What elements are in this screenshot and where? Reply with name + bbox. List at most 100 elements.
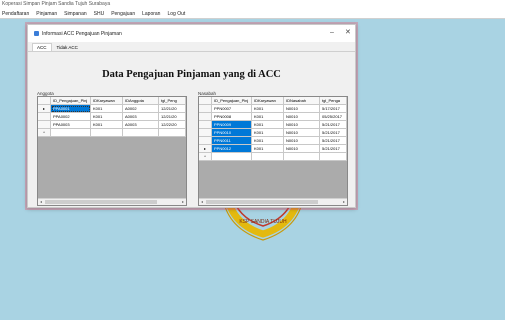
table-cell[interactable]: 5/21/2017 <box>320 137 347 145</box>
table-cell[interactable]: PPN0009 <box>212 121 252 129</box>
table-cell[interactable] <box>51 129 91 137</box>
new-row-marker: * <box>38 129 51 137</box>
new-row-marker: * <box>199 153 212 161</box>
table-cell[interactable] <box>91 129 123 137</box>
row-header <box>199 113 212 121</box>
tab-acc[interactable]: ACC <box>32 43 52 51</box>
column-header[interactable]: IDKaryawan <box>91 97 123 105</box>
table-cell[interactable]: A0003 <box>123 121 159 129</box>
column-header[interactable]: tgl_Peng <box>159 97 186 105</box>
menu-logout[interactable]: Log Out <box>167 11 185 17</box>
row-header <box>199 137 212 145</box>
menu-laporan[interactable]: Laporan <box>142 11 160 17</box>
table-cell[interactable]: K001 <box>252 129 284 137</box>
current-row-marker: ▸ <box>199 145 212 153</box>
table-cell[interactable]: N0010 <box>284 121 320 129</box>
table-cell[interactable]: 5/17/2017 <box>320 105 347 113</box>
table-row[interactable]: PPN0009 K001 N0010 5/21/2017 <box>199 121 347 129</box>
anggota-group: Anggota ID_Pengajuan_Pinj IDKaryawan IDA… <box>37 91 187 206</box>
table-cell[interactable]: K001 <box>252 145 284 153</box>
column-header[interactable]: ID_Pengajuan_Pinj <box>51 97 91 105</box>
table-row[interactable]: ▸ PPN0012 K001 N0010 5/21/2017 <box>199 145 347 153</box>
scroll-left-icon[interactable]: ◂ <box>38 199 44 205</box>
table-cell[interactable]: 5/21/2017 <box>320 121 347 129</box>
table-cell[interactable]: K001 <box>252 121 284 129</box>
table-cell[interactable]: PPA0002 <box>51 113 91 121</box>
table-row[interactable]: PPN0007 K001 N0010 5/17/2017 <box>199 105 347 113</box>
column-header[interactable]: IDAnggota <box>123 97 159 105</box>
table-cell[interactable]: K001 <box>91 121 123 129</box>
minimize-button[interactable]: – <box>330 29 334 36</box>
table-cell[interactable] <box>284 153 320 161</box>
column-header[interactable]: tgl_Penga <box>320 97 347 105</box>
anggota-grid[interactable]: ID_Pengajuan_Pinj IDKaryawan IDAnggota t… <box>37 96 187 206</box>
scroll-right-icon[interactable]: ▸ <box>341 199 347 205</box>
table-cell[interactable]: K001 <box>91 105 123 113</box>
new-row[interactable]: * <box>38 129 186 137</box>
table-row[interactable]: PPN0010 K001 N0010 5/21/2017 <box>199 129 347 137</box>
table-cell[interactable]: N0010 <box>284 129 320 137</box>
table-row[interactable]: PPN0008 K001 N0010 05/25/2017 <box>199 113 347 121</box>
window-app-icon <box>34 31 39 36</box>
row-header-corner <box>38 97 51 105</box>
table-cell[interactable] <box>320 153 347 161</box>
menu-pendaftaran[interactable]: Pendaftaran <box>2 11 29 17</box>
close-button[interactable]: ✕ <box>345 29 351 36</box>
table-cell[interactable]: PPA0003 <box>51 121 91 129</box>
scroll-left-icon[interactable]: ◂ <box>199 199 205 205</box>
window-title: Informasi ACC Pengajuan Pinjaman <box>42 30 122 37</box>
table-row[interactable]: ▸ PPA0001 K001 A0002 12/21/20 <box>38 105 186 113</box>
table-row[interactable]: PPA0002 K001 A0003 12/21/20 <box>38 113 186 121</box>
horizontal-scrollbar[interactable]: ◂ ▸ <box>199 198 347 205</box>
table-cell[interactable]: PPN0012 <box>212 145 252 153</box>
table-cell[interactable]: K001 <box>252 113 284 121</box>
window-titlebar: Informasi ACC Pengajuan Pinjaman – ✕ <box>28 25 355 42</box>
column-header[interactable]: IDKaryawan <box>252 97 284 105</box>
table-cell[interactable]: 5/21/2017 <box>320 145 347 153</box>
table-cell[interactable]: PPA0001 <box>51 105 91 113</box>
row-header <box>38 121 51 129</box>
row-header <box>199 129 212 137</box>
table-cell[interactable]: A0003 <box>123 113 159 121</box>
table-cell[interactable] <box>159 129 186 137</box>
table-row[interactable]: PPA0003 K001 A0003 12/22/20 <box>38 121 186 129</box>
table-cell[interactable]: PPN0007 <box>212 105 252 113</box>
scroll-thumb[interactable] <box>206 200 318 204</box>
table-cell[interactable]: N0010 <box>284 137 320 145</box>
horizontal-scrollbar[interactable]: ◂ ▸ <box>38 198 186 205</box>
column-header[interactable]: IDNasabah <box>284 97 320 105</box>
table-cell[interactable] <box>212 153 252 161</box>
scroll-thumb[interactable] <box>45 200 157 204</box>
nasabah-group: Nasabah ID_Pengajuan_Pinj IDKaryawan IDN… <box>198 91 348 206</box>
tab-tidak-acc[interactable]: Tidak ACC <box>53 44 82 51</box>
column-header[interactable]: ID_Pengajuan_Pinj <box>212 97 252 105</box>
table-cell[interactable]: 12/22/20 <box>159 121 186 129</box>
table-cell[interactable]: 12/21/20 <box>159 113 186 121</box>
menu-pengajuan[interactable]: Pengajuan <box>111 11 135 17</box>
table-cell[interactable]: A0002 <box>123 105 159 113</box>
page-title: Data Pengajuan Pinjaman yang di ACC <box>102 69 281 80</box>
table-cell[interactable]: K001 <box>252 137 284 145</box>
table-cell[interactable]: N0010 <box>284 105 320 113</box>
table-cell[interactable] <box>252 153 284 161</box>
table-cell[interactable]: PPN0008 <box>212 113 252 121</box>
table-cell[interactable]: 12/21/20 <box>159 105 186 113</box>
table-cell[interactable]: PPN0011 <box>212 137 252 145</box>
table-cell[interactable]: 5/21/2017 <box>320 129 347 137</box>
grid-header-row: ID_Pengajuan_Pinj IDKaryawan IDAnggota t… <box>38 97 186 105</box>
menu-shu[interactable]: SHU <box>94 11 105 17</box>
table-row[interactable]: PPN0011 K001 N0010 5/21/2017 <box>199 137 347 145</box>
menu-pinjaman[interactable]: Pinjaman <box>36 11 57 17</box>
new-row[interactable]: * <box>199 153 347 161</box>
table-cell[interactable]: N0010 <box>284 113 320 121</box>
table-cell[interactable]: N0010 <box>284 145 320 153</box>
table-cell[interactable] <box>123 129 159 137</box>
nasabah-grid[interactable]: ID_Pengajuan_Pinj IDKaryawan IDNasabah t… <box>198 96 348 206</box>
menu-simpanan[interactable]: Simpanan <box>64 11 87 17</box>
table-cell[interactable]: K001 <box>91 113 123 121</box>
scroll-right-icon[interactable]: ▸ <box>180 199 186 205</box>
table-cell[interactable]: K001 <box>252 105 284 113</box>
table-cell[interactable]: 05/25/2017 <box>320 113 347 121</box>
row-header-corner <box>199 97 212 105</box>
table-cell[interactable]: PPN0010 <box>212 129 252 137</box>
